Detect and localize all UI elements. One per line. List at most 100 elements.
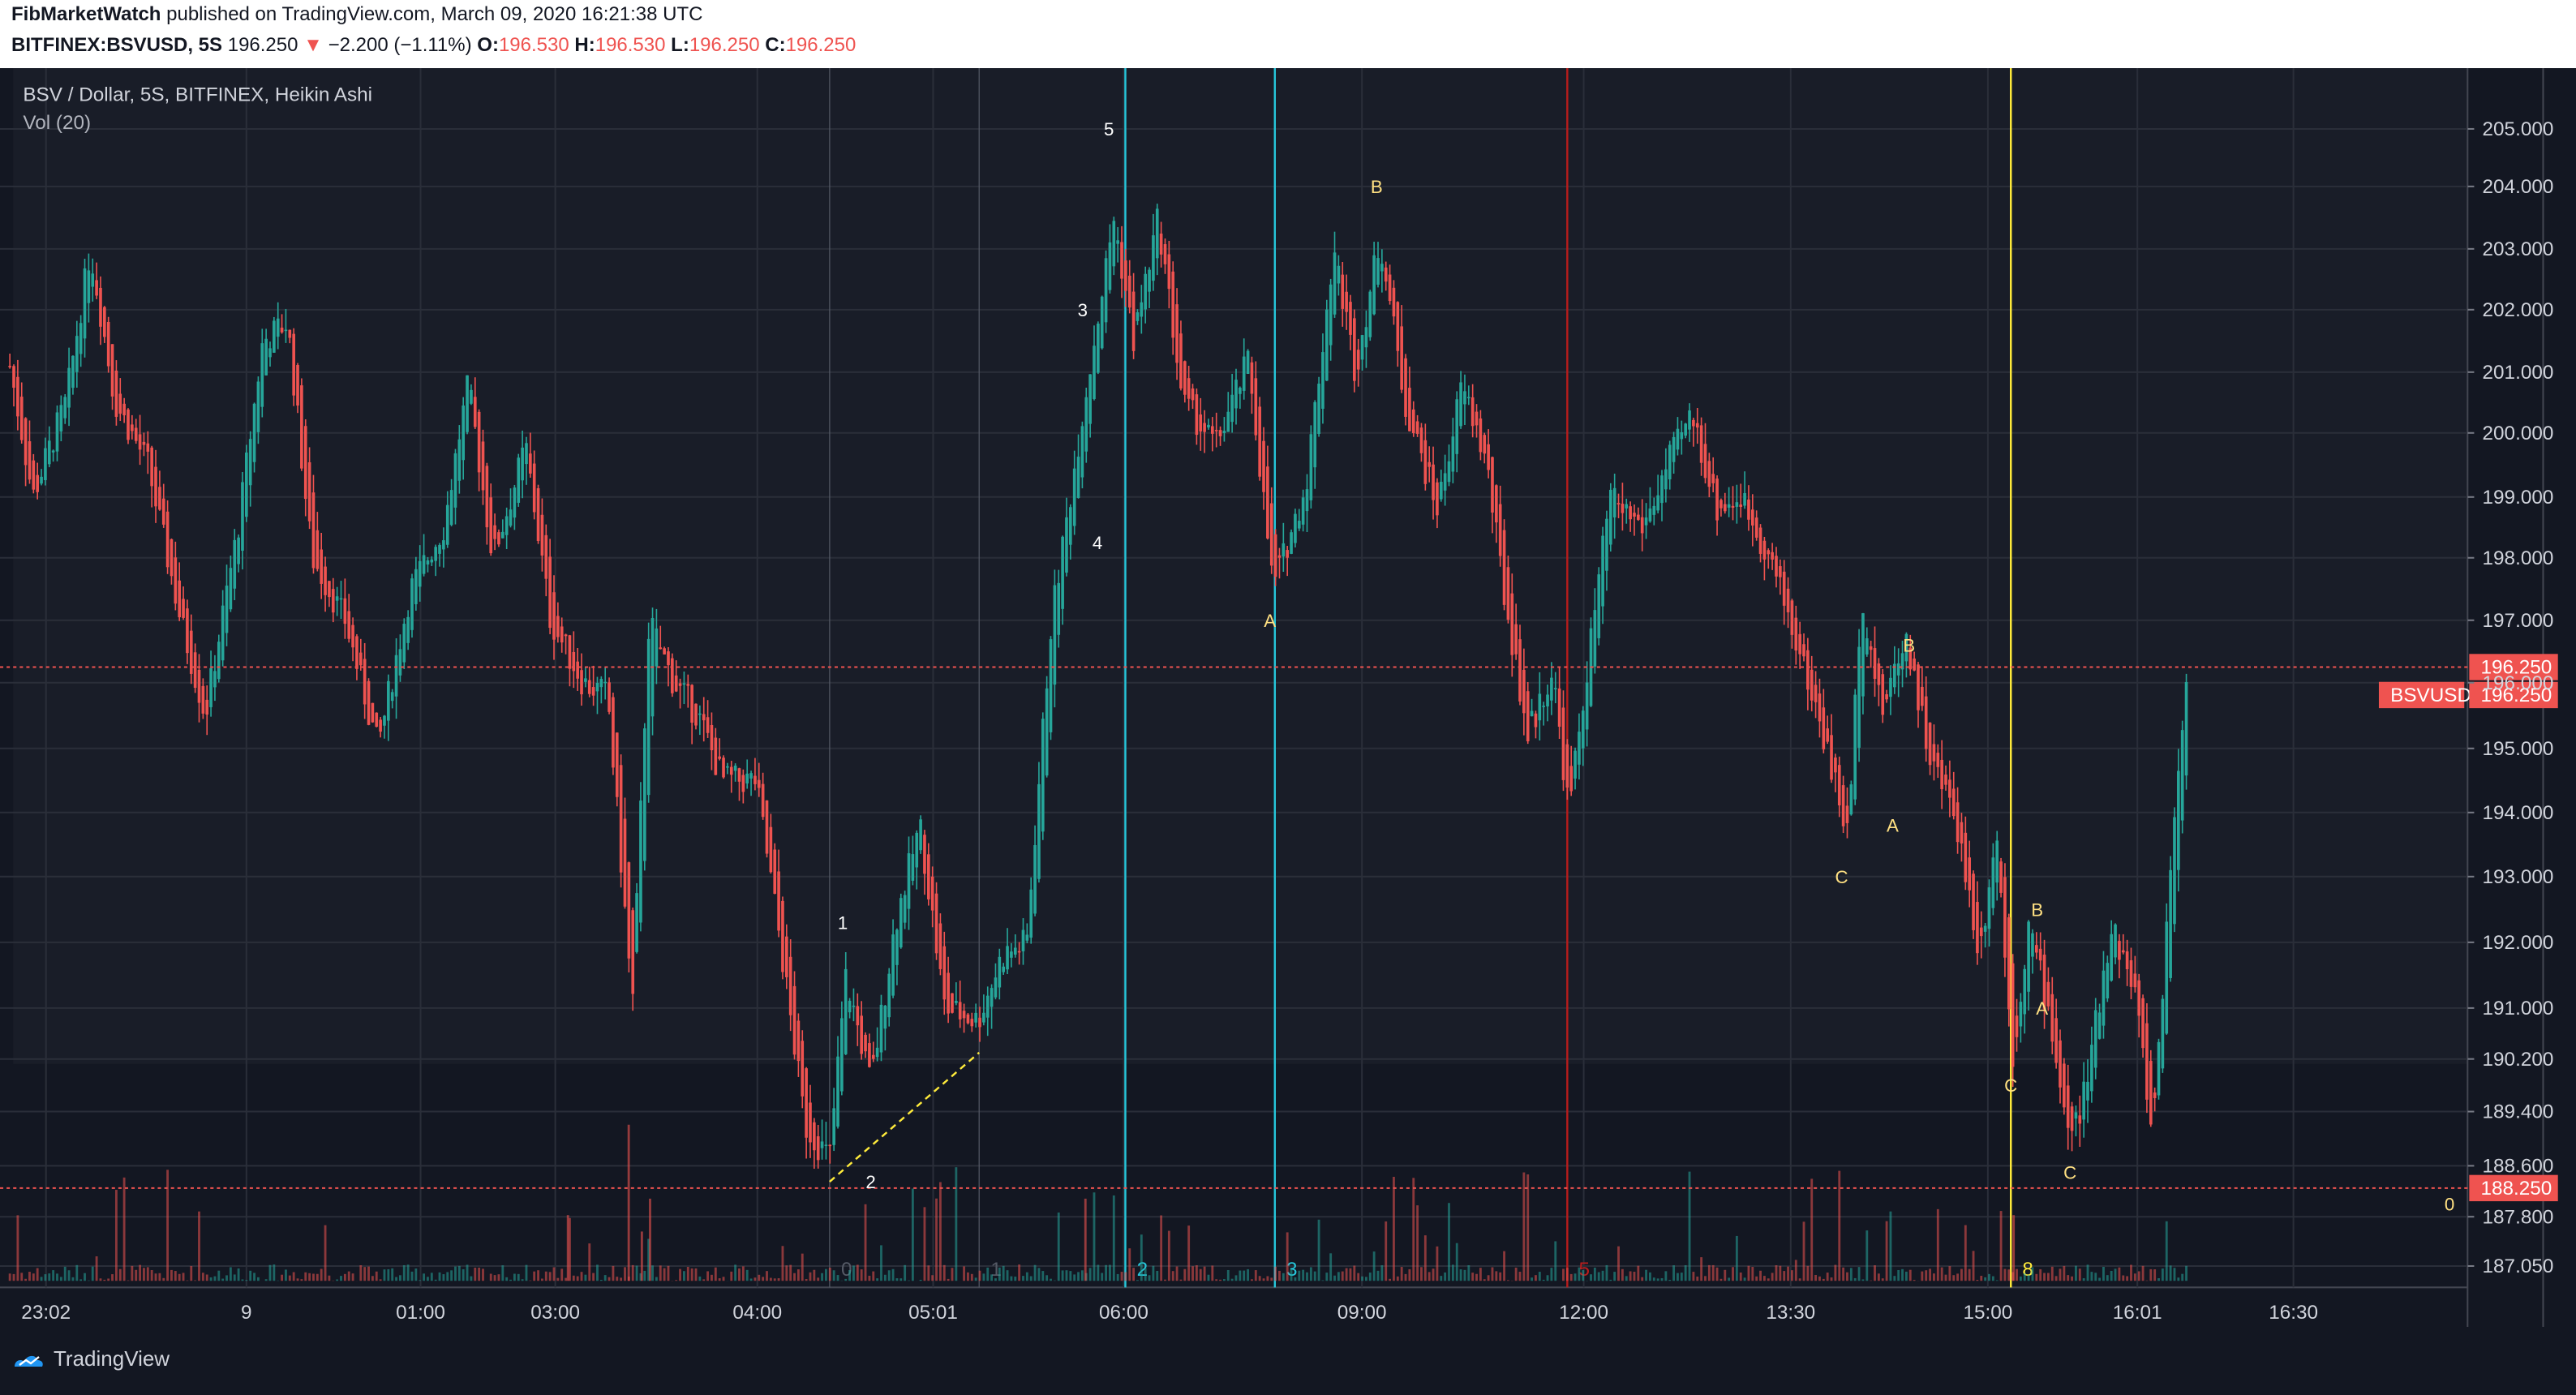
candle-body bbox=[1853, 694, 1857, 800]
candle-body bbox=[1837, 765, 1841, 805]
candle-body bbox=[1309, 434, 1313, 500]
volume-spike bbox=[2012, 1215, 2016, 1281]
candle-body bbox=[2118, 941, 2121, 960]
candle-body bbox=[1775, 556, 1778, 577]
candle-body bbox=[1830, 735, 1833, 780]
volume-bar bbox=[493, 1275, 496, 1281]
candle-body bbox=[1695, 423, 1699, 428]
candle-body bbox=[1857, 646, 1861, 748]
volume-bar bbox=[745, 1269, 749, 1281]
candle-body bbox=[79, 323, 83, 354]
candle-body bbox=[19, 397, 24, 440]
open-value: 196.530 bbox=[498, 34, 569, 56]
volume-bar bbox=[1692, 1272, 1695, 1281]
volume-bar bbox=[899, 1278, 903, 1281]
candle-body bbox=[990, 988, 994, 1007]
candle-body bbox=[2059, 1040, 2062, 1088]
close-label: C: bbox=[765, 34, 786, 56]
candle-body bbox=[678, 683, 682, 686]
candle-body bbox=[2180, 730, 2184, 821]
candle-body bbox=[1230, 394, 1234, 423]
volume-bar bbox=[1211, 1265, 1214, 1281]
candle-body bbox=[410, 578, 414, 630]
volume-bar bbox=[1901, 1268, 1904, 1281]
volume-bar bbox=[423, 1273, 425, 1281]
volume-bar bbox=[2094, 1273, 2097, 1281]
volume-bar bbox=[773, 1278, 776, 1281]
candle-body bbox=[1491, 457, 1494, 513]
candle-body bbox=[773, 849, 777, 894]
volume-bar bbox=[887, 1270, 891, 1281]
candle-body bbox=[225, 586, 229, 633]
volume-bar bbox=[111, 1274, 114, 1281]
candle-body bbox=[351, 625, 354, 648]
candle-body bbox=[2129, 960, 2133, 987]
candle-body bbox=[548, 556, 552, 629]
author-name[interactable]: FibMarketWatch bbox=[11, 3, 161, 25]
candle-body bbox=[114, 370, 118, 417]
volume-bar bbox=[1364, 1277, 1367, 1281]
volume-bar bbox=[1353, 1265, 1356, 1281]
volume-bar bbox=[497, 1274, 500, 1281]
candle-body bbox=[418, 560, 422, 587]
volume-bar bbox=[1562, 1268, 1565, 1281]
volume-bar bbox=[1164, 1279, 1166, 1281]
volume-bar bbox=[552, 1267, 556, 1281]
volume-bar bbox=[1014, 1277, 1017, 1281]
candle-body bbox=[1282, 543, 1286, 557]
candle-body bbox=[1688, 410, 1691, 430]
candle-body bbox=[1120, 242, 1123, 279]
candle-body bbox=[1814, 685, 1818, 702]
volume-bar bbox=[2039, 1268, 2042, 1281]
volume-bar bbox=[2067, 1275, 2070, 1281]
candle-body bbox=[379, 719, 382, 732]
candle-body bbox=[2093, 1010, 2097, 1068]
volume-bar bbox=[1317, 1219, 1320, 1281]
candle-body bbox=[1199, 414, 1203, 431]
candle-body bbox=[2141, 998, 2145, 1049]
candle-body bbox=[1668, 444, 1672, 479]
price-chart[interactable]: 235801 196.250188.250BSVUSD196.250 12345… bbox=[0, 68, 2576, 1330]
volume-bar bbox=[359, 1264, 363, 1281]
volume-bar bbox=[170, 1269, 173, 1281]
volume-bar bbox=[1605, 1264, 1608, 1281]
candle-body bbox=[1699, 425, 1703, 463]
volume-bar bbox=[1621, 1268, 1624, 1281]
candle-body bbox=[1041, 719, 1045, 832]
symbol-tag-name: BSVUSD bbox=[2390, 685, 2471, 706]
volume-bar bbox=[1274, 1266, 1277, 1281]
volume-bar bbox=[1593, 1267, 1596, 1281]
candle-body bbox=[1999, 861, 2003, 893]
candle-body bbox=[796, 1020, 801, 1062]
candle-body bbox=[165, 511, 170, 568]
volume-bar bbox=[268, 1264, 272, 1281]
candle-body bbox=[1656, 495, 1659, 511]
tradingview-brand-label: TradingView bbox=[54, 1346, 170, 1371]
volume-bar bbox=[414, 1268, 418, 1281]
volume-bar bbox=[36, 1268, 39, 1281]
volume-bar bbox=[1976, 1280, 1979, 1281]
volume-bar bbox=[1282, 1273, 1285, 1281]
time-tick-label-6: 06:00 bbox=[1099, 1302, 1148, 1324]
candle-body bbox=[564, 634, 568, 637]
volume-legend: Vol (20) bbox=[23, 112, 91, 134]
volume-bar bbox=[1546, 1275, 1549, 1281]
volume-bar bbox=[1929, 1268, 1931, 1281]
volume-bar bbox=[256, 1277, 260, 1281]
volume-bar bbox=[1116, 1273, 1119, 1281]
volume-bar bbox=[1199, 1268, 1202, 1281]
tradingview-brand[interactable]: TradingView bbox=[13, 1346, 170, 1371]
volume-bar bbox=[1171, 1271, 1174, 1281]
volume-bar bbox=[1254, 1270, 1257, 1281]
price-tick-label-9: 196.000 bbox=[2483, 672, 2554, 694]
close-value: 196.250 bbox=[785, 34, 857, 56]
candle-body bbox=[801, 1041, 805, 1097]
volume-bar bbox=[324, 1225, 327, 1281]
candle-body bbox=[1451, 436, 1455, 472]
volume-bar bbox=[1881, 1278, 1884, 1281]
candle-body bbox=[221, 605, 225, 661]
wave-label-13: C bbox=[2063, 1162, 2076, 1183]
candle-body bbox=[260, 343, 264, 407]
tradingview-chart-screen: FibMarketWatch published on TradingView.… bbox=[0, 0, 2576, 1395]
candle-body bbox=[509, 509, 513, 526]
